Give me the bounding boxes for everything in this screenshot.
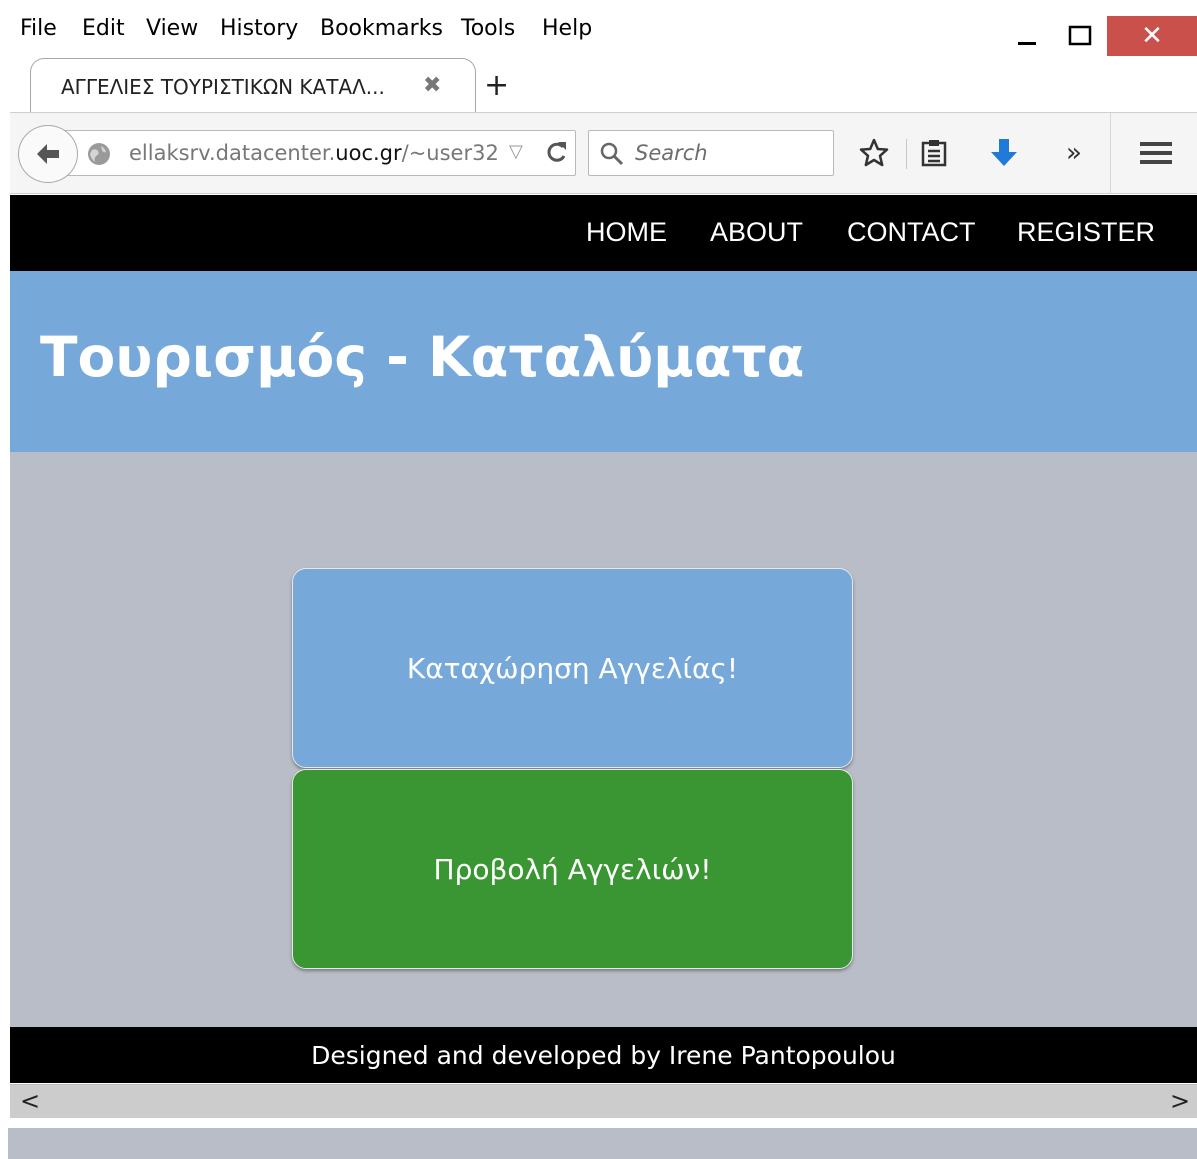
menu-help[interactable]: Help xyxy=(542,16,592,41)
nav-home-link[interactable]: HOME xyxy=(586,217,667,248)
tab-strip: ΑΓΓΕΛΙΕΣ ΤΟΥΡΙΣΤΙΚΩΝ ΚΑΤΑΛ... ✖ + xyxy=(0,56,1197,112)
nav-contact-link[interactable]: CONTACT xyxy=(847,217,976,248)
download-arrow-icon xyxy=(991,139,1017,166)
bookmark-star-button[interactable] xyxy=(856,133,892,173)
scroll-left-icon[interactable]: < xyxy=(20,1087,40,1115)
reading-list-button[interactable] xyxy=(916,133,952,173)
downloads-button[interactable] xyxy=(986,133,1022,173)
close-window-button[interactable]: ✕ xyxy=(1107,16,1197,56)
reload-icon[interactable] xyxy=(543,137,569,167)
new-tab-button[interactable]: + xyxy=(484,68,509,103)
menu-tools[interactable]: Tools xyxy=(461,16,515,41)
toolbar-separator xyxy=(1110,113,1111,193)
url-dropdown-icon[interactable]: ▽ xyxy=(509,141,523,162)
menu-file[interactable]: File xyxy=(20,16,57,41)
post-listing-button[interactable]: Καταχώρηση Αγγελίας! xyxy=(292,568,853,768)
maximize-button[interactable] xyxy=(1057,16,1103,56)
back-arrow-icon xyxy=(37,144,59,164)
back-button[interactable] xyxy=(18,125,78,183)
url-prefix: ellaksrv.datacenter. xyxy=(129,141,336,165)
site-footer: Designed and developed by Irene Pantopou… xyxy=(10,1027,1197,1083)
maximize-icon xyxy=(1068,25,1092,46)
url-suffix: /~user32 xyxy=(401,141,499,165)
scroll-right-icon[interactable]: > xyxy=(1170,1087,1190,1115)
site-navbar: HOME ABOUT CONTACT REGISTER xyxy=(10,195,1197,271)
menu-edit[interactable]: Edit xyxy=(82,16,125,41)
overflow-chevron-icon[interactable]: » xyxy=(1056,133,1092,173)
menu-view[interactable]: View xyxy=(146,16,198,41)
tab-active[interactable]: ΑΓΓΕΛΙΕΣ ΤΟΥΡΙΣΤΙΚΩΝ ΚΑΤΑΛ... ✖ xyxy=(30,58,476,112)
hamburger-icon xyxy=(1140,142,1172,164)
navigation-toolbar: ellaksrv.datacenter.uoc.gr/~user32 ▽ Sea… xyxy=(10,112,1197,194)
tab-close-icon[interactable]: ✖ xyxy=(423,73,441,98)
status-area xyxy=(8,1128,1197,1159)
globe-icon xyxy=(88,143,110,165)
minimize-icon xyxy=(1018,42,1036,45)
web-page: HOME ABOUT CONTACT REGISTER Τουρισμός - … xyxy=(10,195,1197,1083)
toolbar-divider xyxy=(906,139,907,169)
url-bar[interactable]: ellaksrv.datacenter.uoc.gr/~user32 ▽ xyxy=(50,130,576,176)
search-placeholder: Search xyxy=(635,141,708,165)
view-listings-button[interactable]: Προβολή Αγγελιών! xyxy=(292,769,853,969)
menu-history[interactable]: History xyxy=(220,16,298,41)
page-title: Τουρισμός - Καταλύματα xyxy=(40,325,805,389)
url-domain: uoc.gr xyxy=(335,141,402,165)
horizontal-scrollbar[interactable]: < > xyxy=(10,1084,1197,1118)
search-icon xyxy=(600,142,624,166)
menu-bookmarks[interactable]: Bookmarks xyxy=(320,16,443,41)
url-text: ellaksrv.datacenter.uoc.gr/~user32 xyxy=(129,141,499,165)
search-bar[interactable]: Search xyxy=(588,130,834,176)
nav-register-link[interactable]: REGISTER xyxy=(1017,217,1155,248)
hero-banner: Τουρισμός - Καταλύματα xyxy=(10,271,1197,452)
tab-title: ΑΓΓΕΛΙΕΣ ΤΟΥΡΙΣΤΙΚΩΝ ΚΑΤΑΛ... xyxy=(61,75,385,99)
menu-bar: File Edit View History Bookmarks Tools H… xyxy=(0,8,1197,56)
hamburger-menu-button[interactable] xyxy=(1136,133,1176,173)
minimize-button[interactable] xyxy=(1004,16,1050,56)
nav-about-link[interactable]: ABOUT xyxy=(710,217,803,248)
close-icon: ✕ xyxy=(1141,21,1163,51)
clipboard-icon xyxy=(921,140,947,167)
star-icon xyxy=(859,138,889,167)
